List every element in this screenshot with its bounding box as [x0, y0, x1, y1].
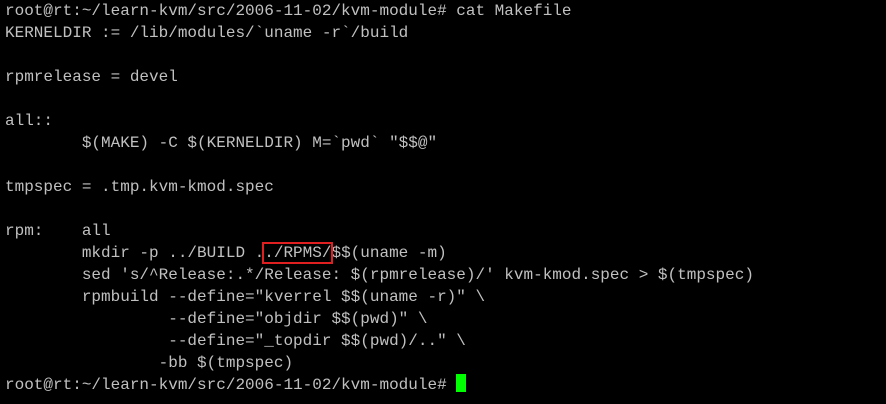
terminal-line: rpmrelease = devel	[5, 68, 178, 86]
terminal-line-mkdir: mkdir -p ../BUILD ../RPMS/$$(uname -m)	[5, 242, 886, 264]
terminal-line: -bb $(tmpspec)	[5, 354, 294, 372]
terminal-line: tmpspec = .tmp.kvm-kmod.spec	[5, 178, 274, 196]
terminal-line: root@rt:~/learn-kvm/src/2006-11-02/kvm-m…	[5, 2, 572, 20]
terminal-line: rpmbuild --define="kverrel $$(uname -r)"…	[5, 288, 486, 306]
terminal-window[interactable]: root@rt:~/learn-kvm/src/2006-11-02/kvm-m…	[0, 0, 886, 404]
terminal-line: --define="objdir $$(pwd)" \	[5, 310, 428, 328]
mkdir-text-before: mkdir -p ../BUILD .	[5, 244, 265, 262]
terminal-line: --define="_topdir $$(pwd)/.." \	[5, 332, 466, 350]
terminal-line: $(MAKE) -C $(KERNELDIR) M=`pwd` "$$@"	[5, 134, 438, 152]
text-cursor	[456, 374, 467, 392]
shell-prompt: root@rt:~/learn-kvm/src/2006-11-02/kvm-m…	[5, 376, 457, 394]
mkdir-text-after: $$(uname -m)	[331, 244, 447, 262]
terminal-line: sed 's/^Release:.*/Release: $(rpmrelease…	[5, 266, 754, 284]
terminal-line: all::	[5, 112, 54, 130]
terminal-prompt-line[interactable]: root@rt:~/learn-kvm/src/2006-11-02/kvm-m…	[5, 374, 886, 396]
highlighted-rpms-path: ./RPMS/	[262, 242, 334, 264]
terminal-line: rpm: all	[5, 222, 111, 240]
terminal-line: KERNELDIR := /lib/modules/`uname -r`/bui…	[5, 24, 409, 42]
